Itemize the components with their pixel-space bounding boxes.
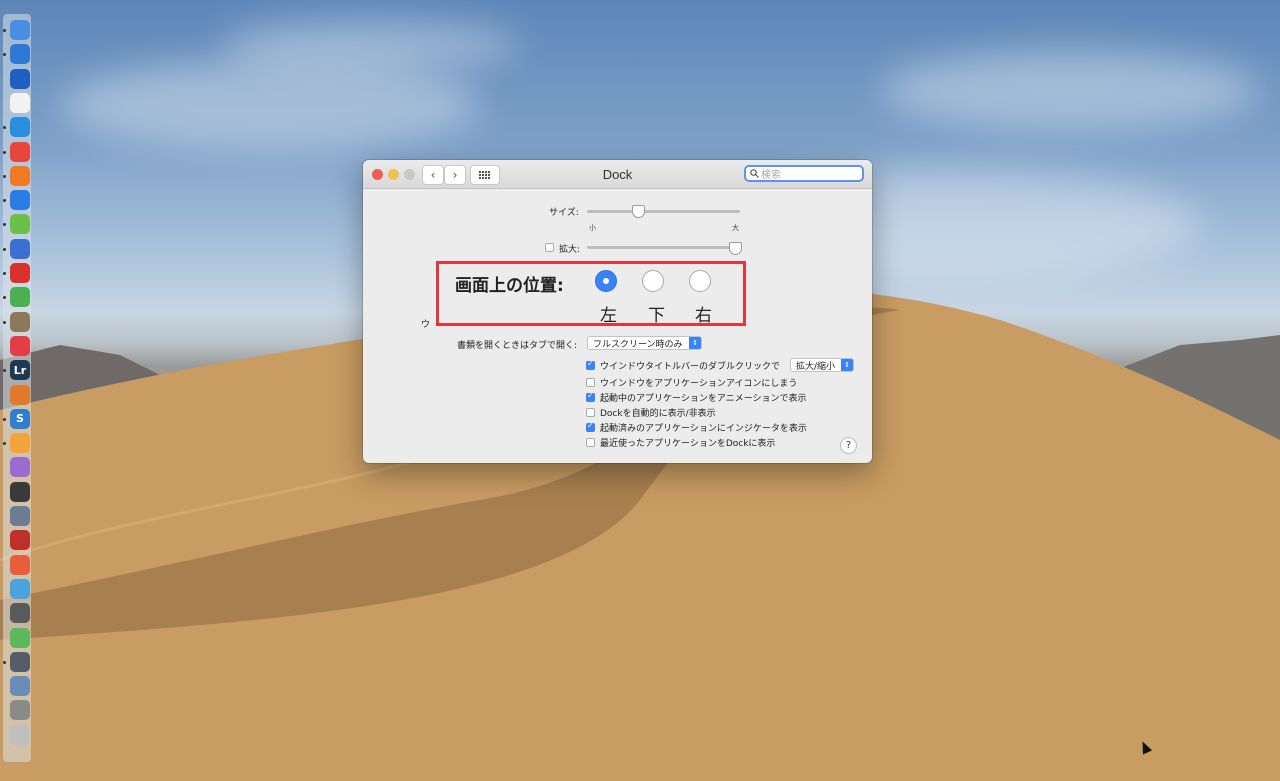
option-checkbox[interactable] [586, 408, 595, 417]
option-label: 起動中のアプリケーションをアニメーションで表示 [600, 394, 807, 404]
lightroom-icon[interactable]: Lr [10, 360, 30, 381]
option-checkbox[interactable] [586, 438, 595, 447]
size-max-label: 大 [732, 224, 739, 232]
double-click-value: 拡大/縮小 [796, 361, 836, 372]
notes-icon[interactable] [10, 214, 30, 235]
safari-icon[interactable] [10, 117, 30, 138]
option-label: 起動済みのアプリケーションにインジケータを表示 [600, 424, 807, 434]
box-icon[interactable] [10, 311, 30, 332]
download-icon[interactable] [10, 506, 30, 526]
running-indicator [3, 272, 6, 275]
compass-icon[interactable] [10, 238, 30, 259]
running-indicator [3, 442, 6, 446]
tweetbot-icon[interactable] [10, 44, 30, 65]
size-slider-knob[interactable] [632, 205, 646, 218]
running-indicator [3, 53, 6, 57]
double-click-popup[interactable]: 拡大/縮小 ⇕ [790, 358, 854, 372]
size-slider[interactable] [587, 210, 740, 213]
running-indicator [3, 29, 6, 32]
double-click-checkbox[interactable] [586, 359, 595, 370]
running-indicator [3, 126, 6, 130]
archive-icon[interactable] [10, 700, 30, 721]
option-label: Dockを自動的に表示/非表示 [600, 409, 716, 419]
pages-icon[interactable] [10, 433, 30, 454]
firefox-icon[interactable] [10, 165, 30, 186]
pdf-icon[interactable] [10, 263, 30, 283]
evernote-icon[interactable] [10, 287, 30, 308]
popup-arrows-icon: ⇕ [689, 337, 701, 349]
running-indicator [3, 660, 6, 664]
help-icon: ? [845, 440, 852, 451]
audio-icon[interactable] [10, 481, 30, 502]
option-label: 最近使ったアプリケーションをDockに表示 [600, 439, 776, 449]
search-input[interactable]: 検索 [744, 165, 864, 182]
size-label: サイズ: [549, 208, 579, 218]
position-left-radio[interactable] [595, 270, 617, 292]
position-left-label: 左 [600, 306, 617, 326]
navigation-icon[interactable] [10, 190, 30, 211]
title-bar: ‹ › Dock 検索 [363, 160, 872, 189]
position-right-label: 右 [695, 306, 712, 326]
option-checkbox[interactable] [586, 421, 595, 432]
size-min-label: 小 [589, 224, 596, 232]
running-indicator [3, 199, 6, 203]
double-click-label: ウインドウタイトルバーのダブルクリックで [600, 362, 781, 372]
minimize-effect-label: ウ [421, 320, 431, 330]
option-checkbox[interactable] [586, 391, 595, 402]
open-docs-value: フルスクリーン時のみ [593, 339, 683, 350]
popup-arrows-icon: ⇕ [841, 359, 853, 371]
photo-icon[interactable] [10, 554, 30, 575]
search-placeholder: 検索 [761, 170, 781, 181]
position-bottom-label: 下 [648, 306, 665, 326]
trash-icon[interactable] [10, 724, 30, 745]
running-indicator [3, 247, 6, 251]
chrome-icon[interactable] [10, 141, 30, 162]
running-indicator [3, 417, 6, 421]
scrivener-icon[interactable]: S [10, 408, 30, 429]
phone-icon[interactable] [10, 530, 30, 551]
preview-icon[interactable] [10, 676, 30, 697]
running-indicator [3, 174, 6, 178]
search-icon [750, 169, 759, 178]
option-label: ウインドウをアプリケーションアイコンにしまう [600, 379, 798, 389]
movie-icon[interactable] [10, 603, 30, 624]
system-preferences-icon[interactable] [10, 651, 30, 672]
cow-icon[interactable] [10, 92, 30, 113]
running-indicator [3, 369, 6, 373]
magnification-slider-knob[interactable] [729, 242, 742, 255]
open-docs-label: 書類を開くときはタブで開く: [457, 341, 578, 351]
magnification-slider[interactable] [587, 246, 740, 249]
position-bottom-radio[interactable] [642, 270, 664, 292]
help-button[interactable]: ? [840, 437, 857, 454]
magnification-label: 拡大: [559, 245, 581, 255]
leaf-icon[interactable] [10, 627, 30, 648]
running-indicator [3, 320, 6, 324]
option-checkbox[interactable] [586, 378, 595, 387]
running-indicator [3, 296, 6, 300]
dock: Lr S [3, 14, 31, 762]
omnifocus-icon[interactable] [10, 68, 30, 89]
magnification-checkbox[interactable] [545, 243, 554, 252]
position-label: 画面上の位置: [455, 276, 564, 296]
pencil-icon[interactable] [10, 457, 30, 478]
globe-icon[interactable] [10, 578, 30, 599]
running-indicator [3, 150, 6, 154]
finder-icon[interactable] [10, 20, 30, 40]
pocket-icon[interactable] [10, 335, 30, 356]
open-docs-popup[interactable]: フルスクリーン時のみ ⇕ [587, 336, 702, 350]
rocket-icon[interactable] [10, 384, 30, 405]
position-right-radio[interactable] [689, 270, 711, 292]
running-indicator [3, 223, 6, 227]
position-on-screen-highlight: 画面上の位置: 左 下 右 [436, 261, 746, 326]
